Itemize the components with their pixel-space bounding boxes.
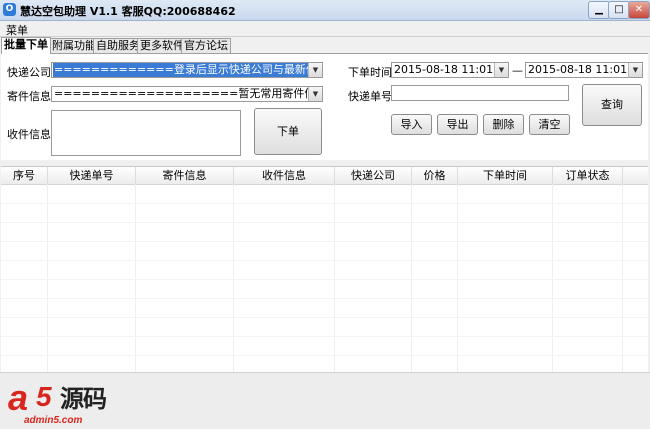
column-header-sender[interactable]: 寄件信息 xyxy=(136,167,234,184)
import-button[interactable]: 导入 xyxy=(391,114,432,135)
tab-extra-functions[interactable]: 附属功能 xyxy=(49,38,99,53)
tab-more-software[interactable]: 更多软件 xyxy=(137,38,187,53)
menu-bar: 菜单 xyxy=(0,21,650,37)
chevron-down-icon[interactable]: ▼ xyxy=(308,87,322,101)
column-header-status[interactable]: 订单状态 xyxy=(553,167,623,184)
column-header-price[interactable]: 价格 xyxy=(412,167,458,184)
chevron-down-icon[interactable]: ▼ xyxy=(628,63,642,77)
express-company-select[interactable]: =============登录后显示快递公司与最新价格=============… xyxy=(51,62,323,78)
orders-table[interactable]: 序号 快递单号 寄件信息 收件信息 快递公司 价格 下单时间 订单状态 xyxy=(1,166,648,373)
delete-button[interactable]: 删除 xyxy=(483,114,524,135)
query-button[interactable]: 查询 xyxy=(582,84,642,126)
minimize-icon[interactable]: ▁ xyxy=(588,1,610,19)
order-time-from-picker[interactable]: 2015-08-18 11:01:59 ▼ xyxy=(391,62,509,78)
chevron-down-icon[interactable]: ▼ xyxy=(494,63,508,77)
sender-info-value: ====================暂无常用寄件信息============… xyxy=(54,87,308,100)
recipient-info-textarea[interactable] xyxy=(51,110,241,156)
column-header-index[interactable]: 序号 xyxy=(1,167,48,184)
maximize-icon[interactable]: □ xyxy=(608,1,630,19)
column-header-tracking[interactable]: 快递单号 xyxy=(48,167,136,184)
watermark-a: a xyxy=(8,377,29,418)
watermark-text: 源码 xyxy=(60,385,107,413)
order-time-label: 下单时间: xyxy=(348,66,396,79)
window-title: 慧达空包助理 V1.1 客服QQ:200688462 xyxy=(20,5,236,18)
export-button[interactable]: 导出 xyxy=(437,114,478,135)
recipient-info-label: 收件信息: xyxy=(7,128,55,141)
clear-button[interactable]: 清空 xyxy=(529,114,570,135)
close-icon[interactable]: ✕ xyxy=(628,1,650,19)
watermark-five: 5 xyxy=(36,381,52,412)
menu-item-main[interactable]: 菜单 xyxy=(6,22,28,38)
watermark-url: admin5.com xyxy=(24,415,83,426)
time-range-separator: — xyxy=(512,64,523,77)
place-order-button[interactable]: 下单 xyxy=(254,108,322,155)
tab-official-forum[interactable]: 官方论坛 xyxy=(181,38,231,53)
import-label: 导入 xyxy=(400,118,423,131)
order-time-to-value: 2015-08-18 11:01:59 xyxy=(528,63,628,76)
sender-info-select[interactable]: ====================暂无常用寄件信息============… xyxy=(51,86,323,102)
sender-info-label: 寄件信息: xyxy=(7,90,55,103)
clear-label: 清空 xyxy=(538,118,561,131)
order-form-panel: 快递公司: =============登录后显示快递公司与最新价格=======… xyxy=(1,53,648,160)
query-label: 查询 xyxy=(601,98,623,111)
tracking-number-input[interactable] xyxy=(391,85,569,101)
title-bar: O 慧达空包助理 V1.1 客服QQ:200688462 ▁ □ ✕ xyxy=(0,0,650,21)
table-header: 序号 快递单号 寄件信息 收件信息 快递公司 价格 下单时间 订单状态 xyxy=(1,167,648,185)
app-logo-icon: O xyxy=(3,3,16,16)
a5-watermark-logo: a 5 源码 admin5.com xyxy=(2,377,130,427)
column-header-express[interactable]: 快递公司 xyxy=(335,167,412,184)
tab-batch-order[interactable]: 批量下单 xyxy=(1,37,51,54)
chevron-down-icon[interactable]: ▼ xyxy=(308,63,322,77)
express-company-value: =============登录后显示快递公司与最新价格============= xyxy=(53,63,308,77)
export-label: 导出 xyxy=(446,118,469,131)
column-header-recipient[interactable]: 收件信息 xyxy=(234,167,335,184)
column-header-order-time[interactable]: 下单时间 xyxy=(458,167,553,184)
order-time-to-picker[interactable]: 2015-08-18 11:01:59 ▼ xyxy=(525,62,643,78)
tracking-number-label: 快递单号: xyxy=(348,90,396,103)
place-order-label: 下单 xyxy=(277,125,299,138)
tab-self-service[interactable]: 自助服务 xyxy=(93,38,143,53)
express-company-label: 快递公司: xyxy=(7,66,55,79)
delete-label: 删除 xyxy=(492,118,515,131)
order-time-from-value: 2015-08-18 11:01:59 xyxy=(394,63,494,76)
